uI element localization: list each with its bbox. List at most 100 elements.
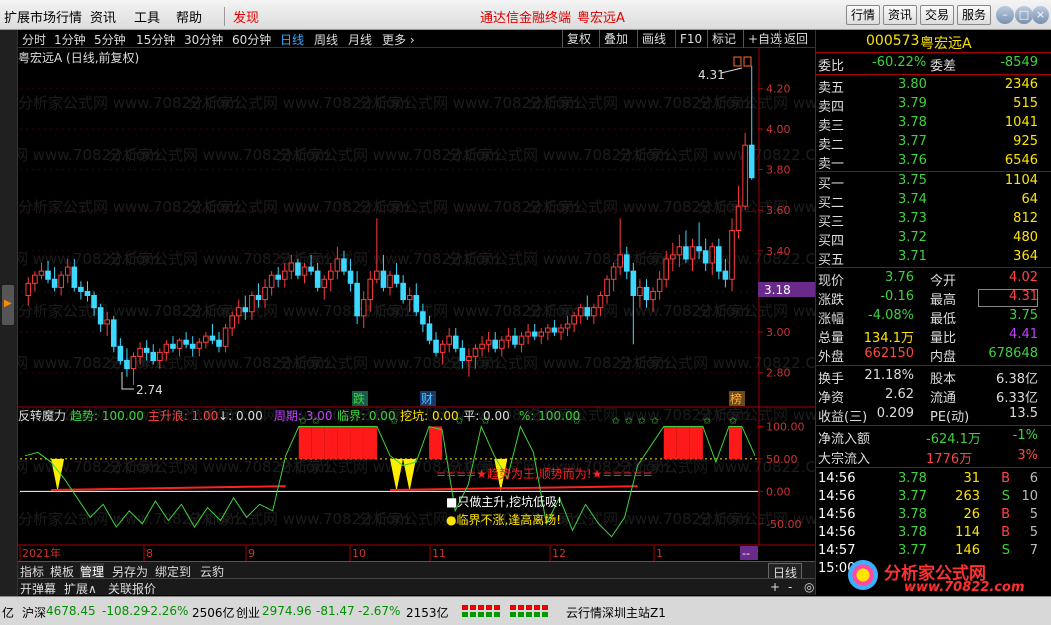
period-more[interactable]: 更多 › bbox=[382, 31, 415, 48]
star-icon: ✩ bbox=[703, 416, 712, 427]
minimize-icon[interactable]: – bbox=[996, 6, 1014, 24]
stat-value: -0.16 bbox=[880, 289, 914, 304]
buy-volume: 364 bbox=[1013, 249, 1038, 264]
indicator-tick-label: -50.00 bbox=[766, 518, 801, 531]
candle-body bbox=[485, 339, 492, 345]
close-icon[interactable]: × bbox=[1032, 6, 1049, 24]
news-button[interactable]: 资讯 bbox=[883, 5, 917, 25]
menu-news[interactable]: 资讯 bbox=[90, 7, 116, 26]
candle-body bbox=[479, 343, 485, 349]
back-button[interactable]: 返回 bbox=[779, 30, 812, 48]
trade-button[interactable]: 交易 bbox=[920, 5, 954, 25]
candle-body bbox=[196, 341, 203, 349]
zoom-out-icon[interactable]: - bbox=[788, 580, 792, 594]
star-icon: ✩ bbox=[625, 416, 634, 427]
period-30min[interactable]: 30分钟 bbox=[184, 31, 223, 48]
quote-button[interactable]: 行情 bbox=[846, 5, 880, 25]
candle-body bbox=[163, 343, 170, 353]
sell-row[interactable]: 卖二 3.77 925 bbox=[816, 133, 1051, 153]
wei-bi-value: -60.22% bbox=[872, 55, 927, 70]
indicator-tick-label: 100.00 bbox=[766, 420, 805, 433]
stat-row[interactable]: 换手 21.18% 股本 6.38亿 bbox=[816, 367, 1051, 387]
candle-body bbox=[288, 262, 295, 272]
buy-row[interactable]: 买三 3.73 812 bbox=[816, 210, 1051, 230]
scroll-button[interactable]: ◎ bbox=[804, 580, 814, 594]
extension-toolbar: 开弹幕 扩展∧ 关联报价 + - ◎ bbox=[18, 578, 815, 597]
candle-body bbox=[499, 339, 505, 349]
fuquan-button[interactable]: 复权 bbox=[562, 30, 595, 48]
tick-row[interactable]: 14:56 3.78 26 B 5 bbox=[816, 506, 1051, 525]
stat-label: 换手 bbox=[818, 372, 845, 387]
timeline-label: 2021年 bbox=[22, 546, 61, 560]
main-wave-fill bbox=[350, 426, 364, 459]
sell-row[interactable]: 卖四 3.79 515 bbox=[816, 95, 1051, 115]
sell-row[interactable]: 卖三 3.78 1041 bbox=[816, 114, 1051, 134]
tick-row[interactable]: 14:56 3.78 114 B 5 bbox=[816, 524, 1051, 543]
timeline-label: 12 bbox=[552, 547, 566, 560]
stat-row[interactable]: 现价 3.76 今开 4.02 bbox=[816, 269, 1051, 289]
buy-volume: 64 bbox=[1021, 192, 1038, 207]
tick-row[interactable]: 14:56 3.78 31 B 6 bbox=[816, 470, 1051, 489]
stat-row[interactable]: 净资 2.62 流通 6.33亿 bbox=[816, 386, 1051, 406]
period-monthly[interactable]: 月线 bbox=[348, 31, 372, 48]
candle-body bbox=[564, 323, 571, 329]
buy-row[interactable]: 买五 3.71 364 bbox=[816, 248, 1051, 268]
server-name[interactable]: 云行情深圳主站Z1 bbox=[566, 604, 666, 621]
sell-label: 卖一 bbox=[818, 157, 845, 172]
flow-row[interactable]: 净流入额 -624.1万 -1% bbox=[816, 427, 1051, 447]
menu-help[interactable]: 帮助 bbox=[176, 7, 202, 26]
stat-row[interactable]: 总量 134.1万 量比 4.41 bbox=[816, 326, 1051, 346]
timeline-label: 1 bbox=[656, 547, 663, 560]
maximize-icon[interactable]: □ bbox=[1015, 6, 1033, 24]
low-label: 2.74 bbox=[136, 383, 163, 397]
chart-area[interactable]: 分析家公式网 www.70822.Com 分析家公式网 www.70822.Com… bbox=[18, 48, 815, 561]
period-5min[interactable]: 5分钟 bbox=[94, 31, 126, 48]
market-breadth-bars bbox=[462, 603, 552, 619]
period-15min[interactable]: 15分钟 bbox=[136, 31, 175, 48]
flow-row[interactable]: 大宗流入 1776万 3% bbox=[816, 447, 1051, 467]
zoom-in-icon[interactable]: + bbox=[770, 580, 780, 594]
danmaku-toggle[interactable]: 开弹幕 bbox=[20, 580, 56, 597]
indicator-name[interactable]: 反转魔力 bbox=[18, 408, 66, 423]
overlay-button[interactable]: 叠加 bbox=[599, 30, 632, 48]
period-weekly[interactable]: 周线 bbox=[314, 31, 338, 48]
menu-bar: 扩展市场行情 资讯 工具 帮助 发现 通达信金融终端 粤宏远A 行情 资讯 交易… bbox=[0, 0, 1051, 30]
buy-price: 3.71 bbox=[898, 249, 927, 264]
stat-row[interactable]: 外盘 662150 内盘 678648 bbox=[816, 345, 1051, 365]
period-fenshi[interactable]: 分时 bbox=[22, 31, 46, 48]
period-1min[interactable]: 1分钟 bbox=[54, 31, 86, 48]
sell-row[interactable]: 卖五 3.80 2346 bbox=[816, 76, 1051, 96]
service-button[interactable]: 服务 bbox=[957, 5, 991, 25]
related-quote-button[interactable]: 关联报价 bbox=[108, 580, 156, 597]
candle-body bbox=[610, 266, 617, 280]
f10-button[interactable]: F10 bbox=[675, 30, 706, 48]
sell-row[interactable]: 卖一 3.76 6546 bbox=[816, 152, 1051, 172]
sell-label: 卖五 bbox=[818, 81, 845, 96]
menu-extended-market[interactable]: 扩展市场行情 bbox=[4, 7, 82, 26]
indicator-param: 临界: 0.00 bbox=[337, 409, 396, 423]
tick-side: S bbox=[1001, 489, 1010, 504]
menu-discover[interactable]: 发现 bbox=[224, 7, 259, 26]
candle-body bbox=[176, 339, 183, 349]
menu-tools[interactable]: 工具 bbox=[134, 7, 160, 26]
extend-toggle[interactable]: 扩展∧ bbox=[64, 580, 97, 597]
stat-row[interactable]: 涨幅 -4.08% 最低 3.75 bbox=[816, 307, 1051, 327]
candle-body bbox=[452, 335, 459, 349]
period-60min[interactable]: 60分钟 bbox=[232, 31, 271, 48]
mark-button[interactable]: 标记 bbox=[707, 30, 740, 48]
candle-body bbox=[551, 327, 558, 333]
candle-body bbox=[157, 351, 163, 361]
stat-row[interactable]: 收益(三) 0.209 PE(动) 13.5 bbox=[816, 405, 1051, 425]
period-daily[interactable]: 日线 bbox=[280, 31, 304, 48]
buy-row[interactable]: 买二 3.74 64 bbox=[816, 191, 1051, 211]
candle-body bbox=[380, 270, 387, 288]
draw-line-button[interactable]: 画线 bbox=[637, 30, 670, 48]
buy-row[interactable]: 买一 3.75 1104 bbox=[816, 172, 1051, 192]
sell-label: 卖四 bbox=[818, 100, 845, 115]
price-tick-label: 3.80 bbox=[766, 164, 791, 177]
indicator-tick-label: 0.00 bbox=[766, 485, 791, 498]
candle-body bbox=[354, 282, 360, 317]
tick-row[interactable]: 14:56 3.77 263 S 10 bbox=[816, 488, 1051, 507]
stat-value: 4.02 bbox=[1009, 270, 1038, 285]
buy-row[interactable]: 买四 3.72 480 bbox=[816, 229, 1051, 249]
